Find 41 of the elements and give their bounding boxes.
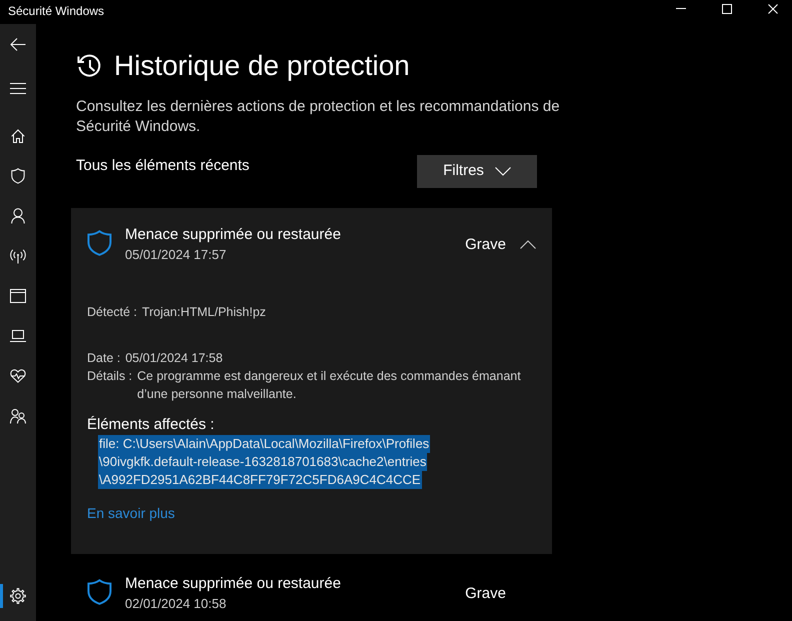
page-description: Consultez les dernières actions de protection et les recommandations de Sécurité Windows. [76, 97, 561, 137]
laptop-icon [10, 330, 26, 342]
threat-timestamp: 05/01/2024 17:57 [125, 246, 228, 264]
threat-title: Menace supprimée ou restaurée [125, 225, 341, 245]
section-title: Tous les éléments récents [76, 156, 250, 176]
settings-icon [10, 588, 26, 604]
home-icon [11, 129, 25, 143]
threat-timestamp: 02/01/2024 10:58 [125, 595, 228, 613]
antenna-icon [10, 248, 26, 264]
selection-indicator [0, 584, 3, 608]
affected-items-label: Éléments affectés : [87, 415, 216, 435]
minimize-icon [676, 8, 686, 9]
people-icon [10, 408, 26, 424]
person-icon [11, 208, 25, 224]
learn-more-link[interactable]: En savoir plus [87, 503, 175, 523]
filters-button[interactable]: Filtres [417, 155, 537, 188]
field-value: Trojan:HTML/Phish!pz [142, 304, 267, 321]
field-label: Détails : [87, 368, 132, 385]
back-arrow-icon [10, 38, 26, 50]
field-value: Ce programme est dangereux et il exécute des commandes émanant d’une personne malveillante. [137, 368, 522, 403]
shield-icon [87, 230, 112, 256]
browser-window-icon [10, 289, 26, 303]
page-title: Historique de protection [114, 52, 410, 80]
chevron-down-icon [494, 167, 511, 176]
window-title: Sécurité Windows [7, 3, 104, 19]
maximize-icon [722, 4, 732, 14]
field-label: Détecté : [87, 304, 138, 321]
shield-icon [87, 579, 112, 605]
close-icon [768, 4, 778, 14]
menu-icon [10, 82, 26, 94]
field-label: Date : [87, 350, 120, 367]
file-path: file: C:\Users\Alain\AppData\Local\Mozilla\Firefox\Profiles \90ivgkfk.default-release-1632818701683\cache2\entries \A992FD2951A62BF44C8FF79F72C5FD6A9C4C4CCE [98, 435, 430, 489]
field-value: 05/01/2024 17:58 [125, 350, 224, 367]
severity-label: Grave [465, 584, 506, 604]
history-icon [76, 53, 102, 79]
heart-pulse-icon [10, 369, 26, 383]
shield-icon [11, 168, 25, 184]
threat-title: Menace supprimée ou restaurée [125, 574, 341, 594]
chevron-up-icon [520, 240, 536, 249]
severity-label: Grave [465, 234, 506, 254]
collapse-button[interactable] [520, 240, 536, 249]
